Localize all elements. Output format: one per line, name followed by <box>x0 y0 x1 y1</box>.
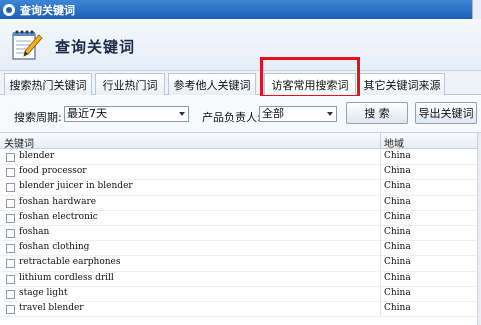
cell-divider <box>380 271 381 287</box>
keyword-cell: blender <box>19 151 55 161</box>
row-checkbox[interactable] <box>6 213 15 223</box>
tab-label: 搜索热门关键词 <box>9 78 87 92</box>
region-cell: China <box>384 257 411 268</box>
title-bar: 查询关键词 <box>0 0 481 19</box>
table-row[interactable]: foshan clothing China <box>0 241 481 257</box>
tab-reference-keywords[interactable]: 参考他人关键词 <box>168 73 256 95</box>
table-row[interactable]: stage light China <box>0 286 481 302</box>
table-row[interactable]: blender China <box>0 150 481 166</box>
keyword-cell: food processor <box>19 166 87 177</box>
region-cell: China <box>384 272 411 283</box>
region-cell: China <box>384 302 411 313</box>
owner-select[interactable]: 全部 <box>259 106 337 122</box>
region-cell: China <box>384 151 411 161</box>
table-row[interactable]: foshan China <box>0 225 481 242</box>
tab-industry-hot-words[interactable]: 行业热门词 <box>95 73 165 95</box>
keyword-cell: retractable earphones <box>19 257 121 268</box>
table-row[interactable]: foshan electronic China <box>0 210 481 226</box>
tab-bar: 搜索热门关键词 行业热门词 参考他人关键词 访客常用搜索词 其它关键词来源 <box>0 71 481 96</box>
column-header-keyword[interactable]: 关键词 <box>4 135 34 150</box>
window-control-edge[interactable] <box>472 0 481 19</box>
table-row[interactable]: retractable earphones China <box>0 256 481 272</box>
cell-divider <box>380 241 381 257</box>
row-checkbox[interactable] <box>6 183 15 193</box>
keyword-cell: travel blender <box>19 302 84 313</box>
region-cell: China <box>384 242 411 253</box>
tab-label: 行业热门词 <box>102 78 158 92</box>
period-label: 搜索周期: <box>14 111 62 124</box>
region-cell: China <box>384 166 411 177</box>
app-icon <box>3 3 15 16</box>
column-header-region[interactable]: 地域 <box>384 135 404 150</box>
region-cell: China <box>384 226 411 237</box>
table-row[interactable]: lithium cordless drill China <box>0 271 481 287</box>
search-button-label: 搜 索 <box>364 107 390 120</box>
row-checkbox[interactable] <box>6 228 15 238</box>
row-checkbox[interactable] <box>6 304 15 314</box>
row-checkbox[interactable] <box>6 198 15 208</box>
keyword-cell: stage light <box>19 287 68 298</box>
row-checkbox[interactable] <box>6 153 15 162</box>
keyword-cell: foshan clothing <box>19 242 90 253</box>
period-value: 最近7天 <box>67 107 107 120</box>
tab-other-keyword-sources[interactable]: 其它关键词来源 <box>359 73 445 95</box>
tab-label: 访客常用搜索词 <box>271 79 349 92</box>
cell-divider <box>380 165 381 181</box>
tab-hot-keywords[interactable]: 搜索热门关键词 <box>4 73 92 95</box>
region-cell: China <box>384 211 411 222</box>
page-header: 查询关键词 <box>0 19 481 71</box>
keyword-cell: foshan electronic <box>19 211 98 222</box>
keyword-table: 关键词 地域 blender China food processor China … <box>0 132 481 325</box>
keyword-cell: foshan <box>19 226 50 237</box>
period-select[interactable]: 最近7天 <box>64 106 189 122</box>
region-cell: China <box>384 196 411 207</box>
chevron-down-icon <box>327 112 333 116</box>
row-checkbox[interactable] <box>6 168 15 178</box>
notepad-pencil-icon <box>12 30 43 60</box>
export-button-label: 导出关键词 <box>418 107 474 120</box>
owner-label: 产品负责人: <box>202 111 261 124</box>
keyword-cell: lithium cordless drill <box>19 272 114 283</box>
cell-divider <box>380 195 381 211</box>
chevron-down-icon <box>179 112 185 116</box>
cell-divider <box>380 210 381 226</box>
row-checkbox[interactable] <box>6 259 15 269</box>
row-checkbox[interactable] <box>6 274 15 284</box>
column-divider <box>380 133 381 149</box>
table-row[interactable]: blender juicer in blender China <box>0 180 481 196</box>
table-row[interactable]: food processor China <box>0 165 481 181</box>
table-row[interactable]: travel blender China <box>0 301 481 318</box>
row-checkbox[interactable] <box>6 244 15 254</box>
owner-value: 全部 <box>262 107 284 120</box>
tab-label: 其它关键词来源 <box>363 78 441 92</box>
region-cell: China <box>384 287 411 298</box>
window-title: 查询关键词 <box>20 3 75 17</box>
keyword-cell: foshan hardware <box>19 196 97 207</box>
cell-divider <box>380 150 381 165</box>
table-row[interactable]: foshan hardware China <box>0 195 481 211</box>
cell-divider <box>380 256 381 272</box>
tab-label: 参考他人关键词 <box>173 78 251 92</box>
table-body: blender China food processor China blender… <box>0 150 481 318</box>
region-cell: China <box>384 181 411 192</box>
row-checkbox[interactable] <box>6 289 15 299</box>
page-title: 查询关键词 <box>55 38 136 56</box>
table-header: 关键词 地域 <box>0 133 481 150</box>
keyword-cell: blender juicer in blender <box>19 181 133 192</box>
export-keywords-button[interactable]: 导出关键词 <box>415 102 477 124</box>
cell-divider <box>380 225 381 241</box>
search-button[interactable]: 搜 索 <box>346 102 408 124</box>
filter-toolbar: 搜索周期: 最近7天 产品负责人: 全部 搜 索 导出关键词 <box>0 96 481 132</box>
cell-divider <box>380 180 381 196</box>
cell-divider <box>380 301 381 317</box>
vertical-scrollbar[interactable] <box>477 133 481 325</box>
cell-divider <box>380 286 381 302</box>
tab-visitor-search-terms[interactable]: 访客常用搜索词 <box>264 73 356 96</box>
